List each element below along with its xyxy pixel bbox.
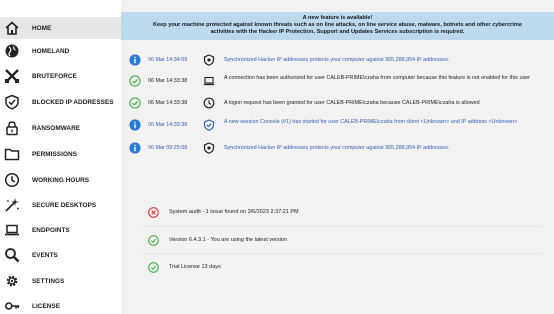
sidebar: HOME HOMELAND BRUTEFORCE BLOCKED IP ADDR… [0, 0, 121, 314]
log-message: Synchronized Hacker IP addresses protect… [224, 145, 450, 151]
home-icon [4, 20, 20, 36]
log-row[interactable]: 06 Mar 14:33:38 A connection has been au… [121, 71, 554, 92]
sidebar-item-secure-desktops[interactable]: SECURE DESKTOPS [0, 194, 121, 216]
sidebar-item-label: WORKING HOURS [32, 176, 90, 184]
shield-icon [203, 142, 215, 154]
globe-icon [4, 43, 20, 59]
sidebar-item-label: SETTINGS [32, 277, 65, 285]
sidebar-item-ransomware[interactable]: RANSOMWARE [0, 117, 121, 139]
sidebar-item-label: HOMELAND [32, 47, 70, 55]
log-message: Synchronized Hacker IP addresses protect… [224, 57, 450, 63]
check-icon [129, 97, 141, 109]
clock-icon [4, 172, 20, 188]
log-message: A logon request has been granted for use… [224, 100, 480, 106]
status-text: Trial License 13 days [169, 264, 221, 270]
log-row[interactable]: 06 Mar 09:25:08 Synchronized Hacker IP a… [121, 138, 554, 159]
log-time: 06 Mar 14:33:38 [148, 122, 188, 128]
status-item-version[interactable]: Version 6.4.3.1 - You are using the late… [141, 234, 541, 248]
log-message: A connection has been authorized for use… [224, 75, 530, 81]
log-time: 06 Mar 09:25:08 [148, 145, 188, 151]
log-time: 06 Mar 14:34:09 [148, 57, 188, 63]
sidebar-item-homeland[interactable]: HOMELAND [0, 40, 121, 62]
sidebar-item-label: BLOCKED IP ADDRESSES [32, 98, 114, 106]
sidebar-item-settings[interactable]: SETTINGS [0, 270, 121, 292]
sidebar-item-endpoints[interactable]: ENDPOINTS [0, 219, 121, 241]
sidebar-item-label: EVENTS [32, 251, 58, 259]
search-icon [4, 247, 20, 263]
sidebar-item-label: LICENSE [32, 302, 61, 310]
laptop-icon [4, 222, 20, 238]
sidebar-item-permissions[interactable]: PERMISSIONS [0, 143, 121, 165]
lock-icon [4, 120, 20, 136]
sidebar-item-bruteforce[interactable]: BRUTEFORCE [0, 65, 121, 87]
error-icon [148, 207, 159, 218]
crossed-swords-icon [4, 68, 20, 84]
log-time: 06 Mar 14:33:38 [148, 78, 188, 84]
log-row[interactable]: 06 Mar 14:33:38 A new session Console (#… [121, 115, 554, 136]
log-row[interactable]: 06 Mar 14:34:09 Synchronized Hacker IP a… [121, 50, 554, 71]
sparkle-icon [4, 197, 20, 213]
banner-text: Keep your machine protected against know… [153, 22, 522, 35]
folder-icon [4, 146, 20, 162]
banner-title: A new feature is available! [302, 15, 373, 21]
sidebar-item-label: HOME [32, 24, 52, 32]
computer-icon [203, 75, 215, 87]
check-icon [148, 235, 159, 246]
log-message: A new session Console (#1) has started f… [224, 119, 518, 125]
shield-check-icon [203, 119, 215, 131]
log-row[interactable]: 06 Mar 14:33:38 A logon request has been… [121, 93, 554, 114]
divider [141, 253, 541, 254]
divider [141, 226, 541, 227]
key-icon [4, 298, 20, 314]
sidebar-item-label: PERMISSIONS [32, 150, 77, 158]
sidebar-item-label: ENDPOINTS [32, 226, 70, 234]
shield-check-icon [4, 94, 20, 110]
status-text: Version 6.4.3.1 - You are using the late… [169, 237, 288, 243]
info-icon [129, 54, 141, 66]
gear-icon [4, 273, 20, 289]
info-icon [129, 142, 141, 154]
main-panel: A new feature is available! Keep your ma… [121, 0, 554, 314]
sidebar-item-license[interactable]: LICENSE [0, 295, 121, 314]
log-time: 06 Mar 14:33:38 [148, 100, 188, 106]
status-item-license[interactable]: Trial License 13 days [141, 261, 541, 275]
check-icon [129, 75, 141, 87]
status-text: System audit - 1 issue found on 3/6/2023… [169, 209, 299, 215]
sidebar-item-home[interactable]: HOME [0, 17, 121, 39]
status-item-audit[interactable]: System audit - 1 issue found on 3/6/2023… [141, 206, 541, 220]
sidebar-item-label: RANSOMWARE [32, 124, 81, 132]
feature-banner[interactable]: A new feature is available! Keep your ma… [121, 12, 554, 40]
check-icon [148, 262, 159, 273]
sidebar-item-label: BRUTEFORCE [32, 72, 77, 80]
sidebar-item-blocked-ip-addresses[interactable]: BLOCKED IP ADDRESSES [0, 91, 121, 113]
clock-icon [203, 97, 215, 109]
sidebar-item-events[interactable]: EVENTS [0, 244, 121, 266]
info-icon [129, 119, 141, 131]
shield-icon [203, 54, 215, 66]
sidebar-item-working-hours[interactable]: WORKING HOURS [0, 169, 121, 191]
sidebar-item-label: SECURE DESKTOPS [32, 201, 97, 209]
